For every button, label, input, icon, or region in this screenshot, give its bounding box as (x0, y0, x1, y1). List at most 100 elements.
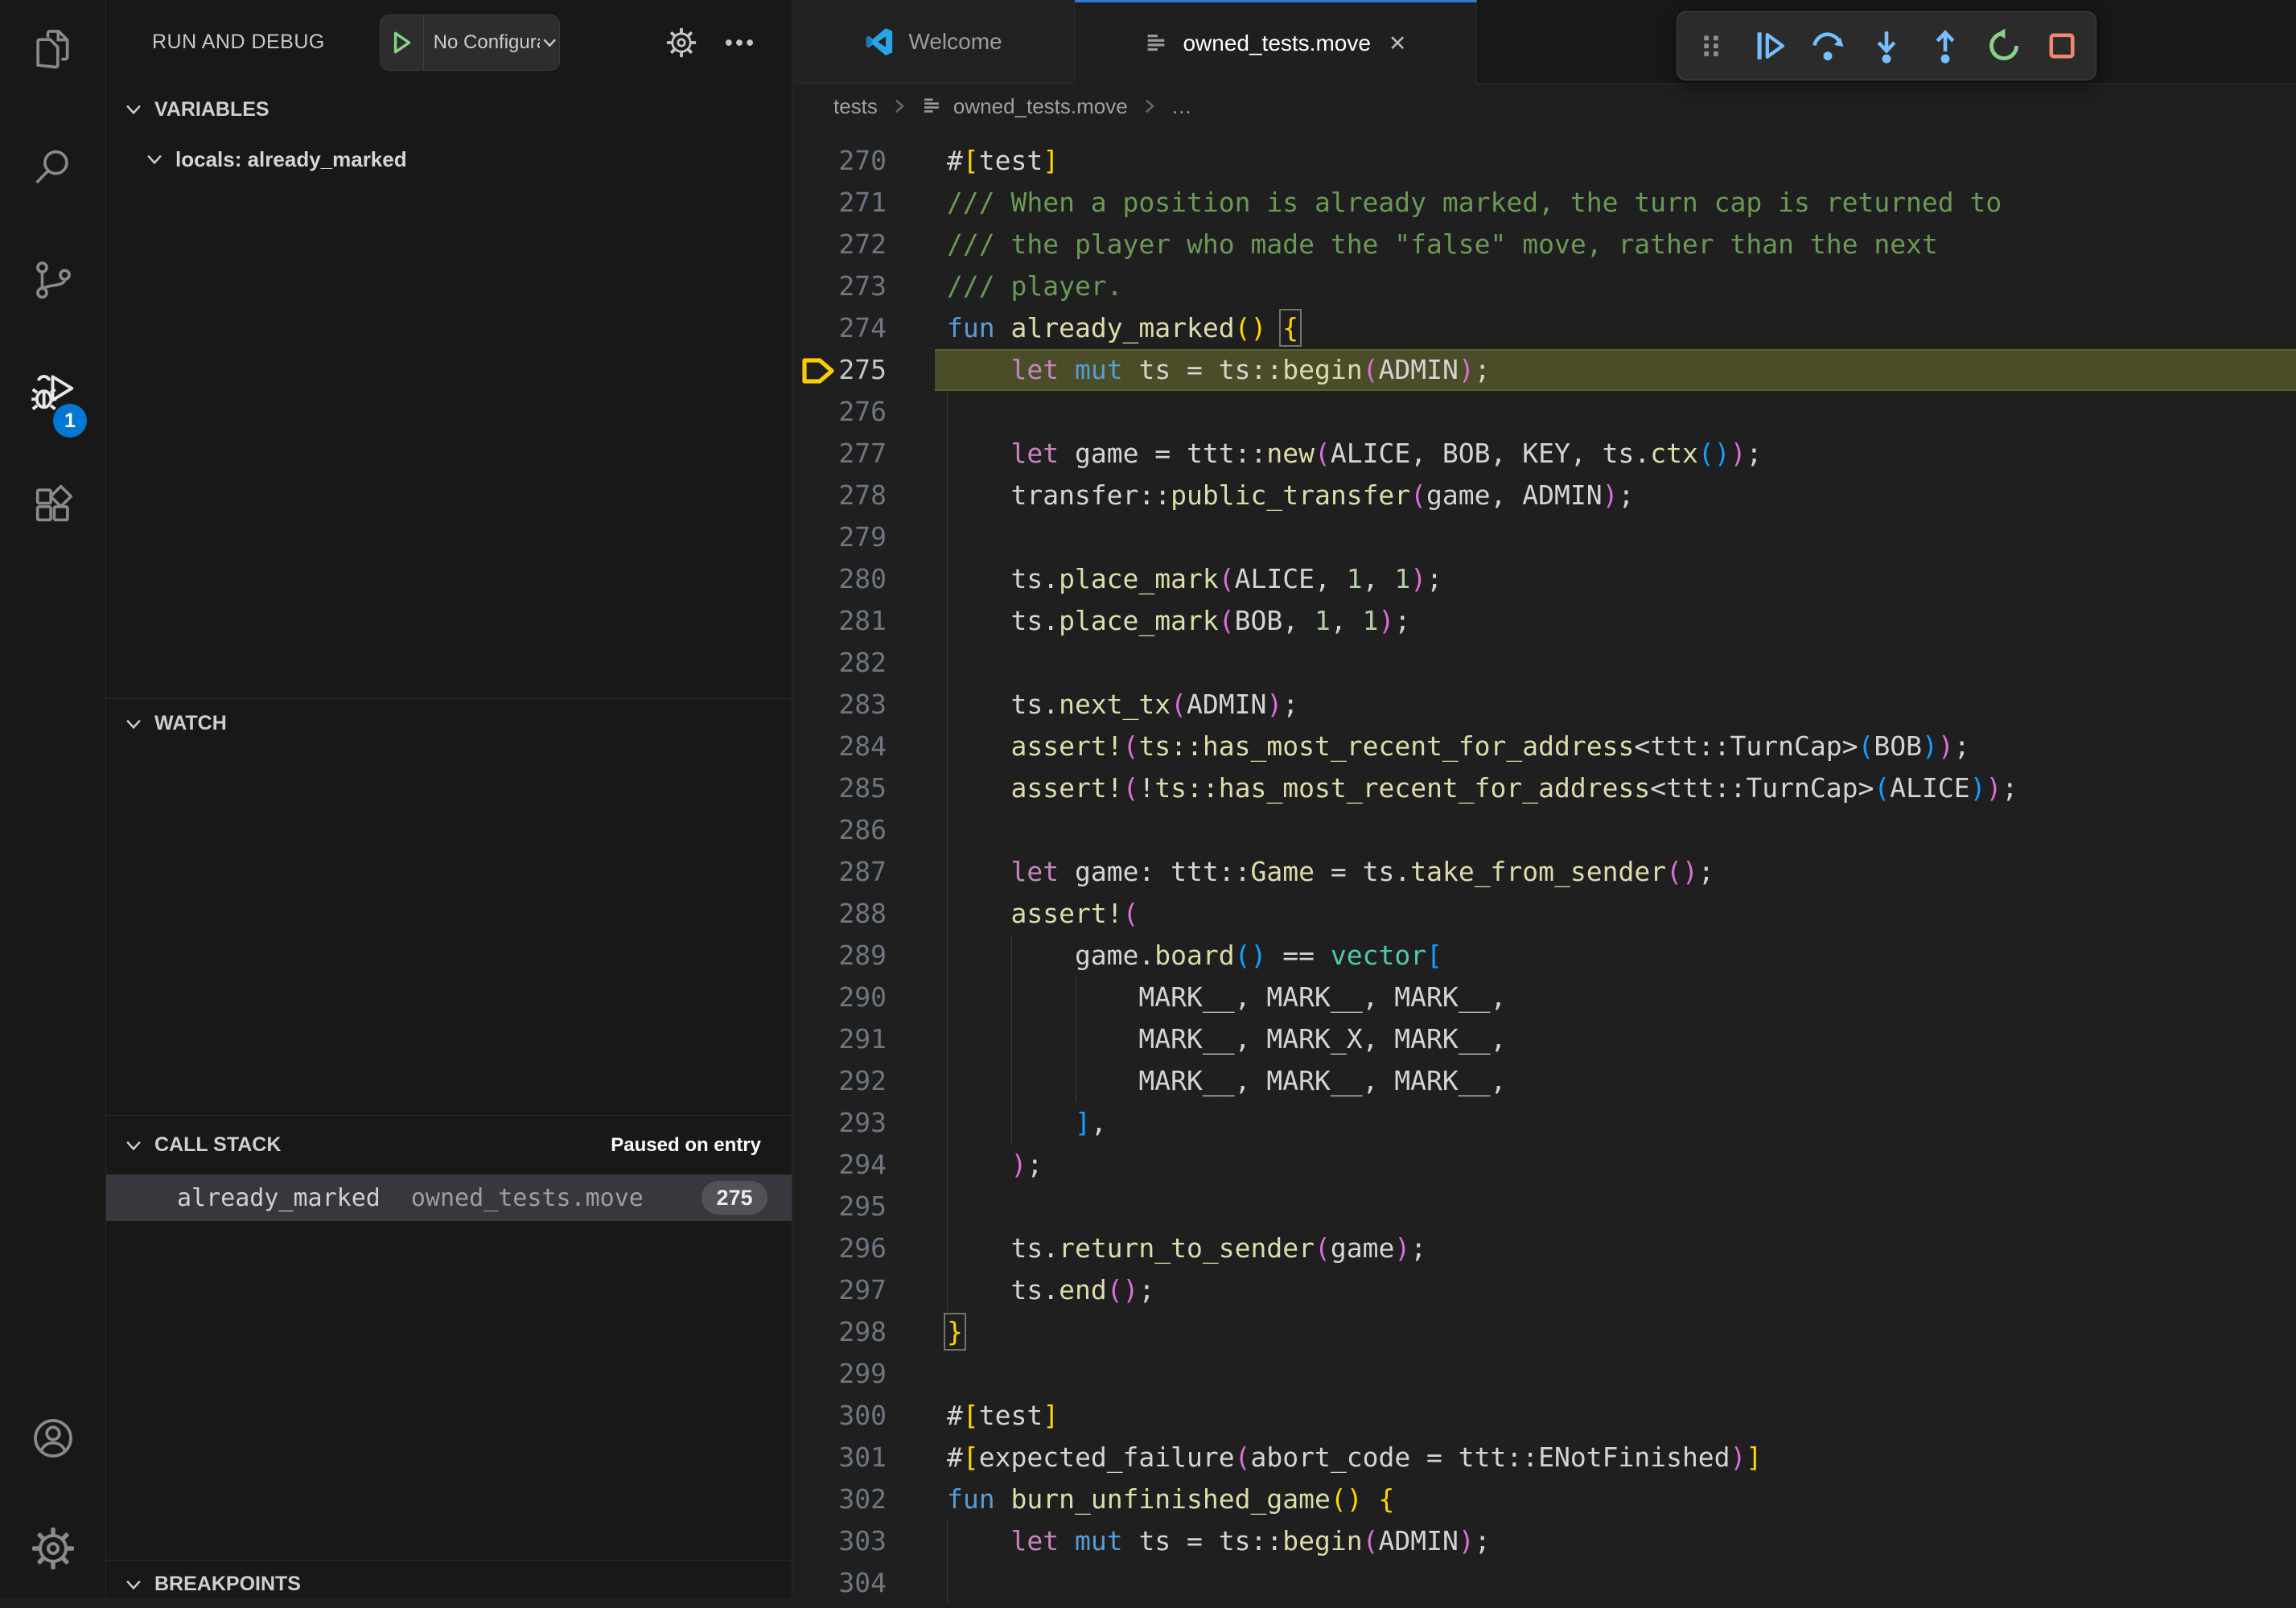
line-number[interactable]: 279 (793, 516, 887, 558)
variables-section-header[interactable]: VARIABLES (106, 85, 792, 134)
code-line[interactable]: 289 game.board() == vector[ (793, 935, 2296, 977)
code-line[interactable]: 280 ts.place_mark(ALICE, 1, 1); (793, 558, 2296, 600)
line-number[interactable]: 274 (793, 307, 887, 349)
code-line[interactable]: 271/// When a position is already marked… (793, 182, 2296, 224)
line-number[interactable]: 287 (793, 851, 887, 893)
code-line[interactable]: 287 let game: ttt::Game = ts.take_from_s… (793, 851, 2296, 893)
line-number[interactable]: 298 (793, 1311, 887, 1353)
views-more-actions-icon[interactable] (714, 18, 764, 68)
code-line[interactable]: 285 assert!(!ts::has_most_recent_for_add… (793, 767, 2296, 809)
code-line[interactable]: 298} (793, 1311, 2296, 1353)
code-line[interactable]: 297 ts.end(); (793, 1269, 2296, 1311)
code-line[interactable]: 292 MARK__, MARK__, MARK__, (793, 1060, 2296, 1102)
drag-grip-icon[interactable] (1686, 18, 1736, 74)
extensions-icon[interactable] (0, 457, 105, 553)
code-line[interactable]: 273/// player. (793, 265, 2296, 307)
code-line[interactable]: 302fun burn_unfinished_game() { (793, 1478, 2296, 1520)
code-line[interactable]: 270#[test] (793, 140, 2296, 182)
line-number[interactable]: 291 (793, 1018, 887, 1060)
code-line[interactable]: 277 let game = ttt::new(ALICE, BOB, KEY,… (793, 433, 2296, 475)
code-line[interactable]: 296 ts.return_to_sender(game); (793, 1228, 2296, 1269)
line-number[interactable]: 290 (793, 977, 887, 1018)
code-line[interactable]: 303 let mut ts = ts::begin(ADMIN); (793, 1520, 2296, 1562)
line-number[interactable]: 292 (793, 1060, 887, 1102)
code-line[interactable]: 291 MARK__, MARK_X, MARK__, (793, 1018, 2296, 1060)
code-line[interactable]: 295 (793, 1186, 2296, 1228)
line-number[interactable]: 295 (793, 1186, 887, 1228)
line-number[interactable]: 304 (793, 1562, 887, 1604)
watch-section-header[interactable]: WATCH (106, 698, 792, 748)
restart-icon[interactable] (1979, 18, 2029, 74)
code-line[interactable]: 275 let mut ts = ts::begin(ADMIN); (793, 349, 2296, 391)
source-control-icon[interactable] (0, 232, 105, 328)
breadcrumb-symbol-more[interactable]: … (1171, 94, 1192, 119)
code-line[interactable]: 284 assert!(ts::has_most_recent_for_addr… (793, 726, 2296, 767)
line-number[interactable]: 289 (793, 935, 887, 977)
frame-line-badge: 275 (702, 1181, 767, 1215)
line-number[interactable]: 297 (793, 1269, 887, 1311)
line-number[interactable]: 294 (793, 1144, 887, 1186)
line-number[interactable]: 277 (793, 433, 887, 475)
line-number[interactable]: 278 (793, 475, 887, 516)
line-number[interactable]: 273 (793, 265, 887, 307)
line-number[interactable]: 272 (793, 224, 887, 265)
code-line[interactable]: 281 ts.place_mark(BOB, 1, 1); (793, 600, 2296, 642)
line-number[interactable]: 300 (793, 1395, 887, 1437)
breakpoints-section-header[interactable]: BREAKPOINTS (106, 1560, 792, 1608)
close-icon[interactable]: ✕ (1389, 31, 1407, 56)
run-and-debug-icon[interactable]: 1 (0, 344, 105, 441)
step-over-icon[interactable] (1803, 18, 1853, 74)
search-icon[interactable] (0, 119, 105, 216)
variables-scope-row[interactable]: locals: already_marked (106, 137, 792, 182)
code-line[interactable]: 301#[expected_failure(abort_code = ttt::… (793, 1437, 2296, 1478)
breadcrumb-file[interactable]: owned_tests.move (953, 94, 1128, 119)
tab-owned-tests-move[interactable]: owned_tests.move ✕ (1075, 0, 1477, 84)
line-number[interactable]: 296 (793, 1228, 887, 1269)
code-line[interactable]: 294 ); (793, 1144, 2296, 1186)
explorer-icon[interactable] (0, 0, 105, 97)
continue-icon[interactable] (1745, 18, 1795, 74)
start-debug-icon[interactable] (381, 29, 423, 56)
code-line[interactable]: 276 (793, 391, 2296, 433)
code-line[interactable]: 278 transfer::public_transfer(game, ADMI… (793, 475, 2296, 516)
stop-icon[interactable] (2037, 18, 2087, 74)
line-number[interactable]: 303 (793, 1520, 887, 1562)
line-number[interactable]: 284 (793, 726, 887, 767)
code-line[interactable]: 282 (793, 642, 2296, 684)
debug-settings-gear-icon[interactable] (656, 18, 706, 68)
code-line[interactable]: 290 MARK__, MARK__, MARK__, (793, 977, 2296, 1018)
code-line[interactable]: 300#[test] (793, 1395, 2296, 1437)
line-number[interactable]: 270 (793, 140, 887, 182)
code-line[interactable]: 272/// the player who made the "false" m… (793, 224, 2296, 265)
account-icon[interactable] (0, 1390, 105, 1487)
configuration-select[interactable]: No Configurations (424, 31, 540, 54)
call-stack-frame-row[interactable]: already_marked owned_tests.move 275 (106, 1174, 792, 1221)
line-number[interactable]: 302 (793, 1478, 887, 1520)
breadcrumb-folder[interactable]: tests (833, 94, 878, 119)
line-number[interactable]: 280 (793, 558, 887, 600)
code-line[interactable]: 274fun already_marked() { (793, 307, 2296, 349)
step-into-icon[interactable] (1862, 18, 1911, 74)
code-line[interactable]: 288 assert!( (793, 893, 2296, 935)
line-number[interactable]: 271 (793, 182, 887, 224)
step-out-icon[interactable] (1920, 18, 1970, 74)
code-line[interactable]: 286 (793, 809, 2296, 851)
line-number[interactable]: 285 (793, 767, 887, 809)
launch-configuration-button[interactable]: No Configurations (380, 14, 560, 71)
line-number[interactable]: 283 (793, 684, 887, 726)
line-number[interactable]: 288 (793, 893, 887, 935)
line-number[interactable]: 293 (793, 1102, 887, 1144)
code-line[interactable]: 283 ts.next_tx(ADMIN); (793, 684, 2296, 726)
settings-gear-icon[interactable] (0, 1500, 105, 1597)
line-number[interactable]: 282 (793, 642, 887, 684)
line-number[interactable]: 281 (793, 600, 887, 642)
line-number[interactable]: 286 (793, 809, 887, 851)
code-line[interactable]: 279 (793, 516, 2296, 558)
code-line[interactable]: 293 ], (793, 1102, 2296, 1144)
line-number[interactable]: 301 (793, 1437, 887, 1478)
code-line[interactable]: 304 (793, 1562, 2296, 1604)
tab-welcome[interactable]: Welcome (793, 0, 1075, 83)
call-stack-section-header[interactable]: CALL STACK Paused on entry (106, 1115, 792, 1174)
line-number[interactable]: 299 (793, 1353, 887, 1395)
code-line[interactable]: 299 (793, 1353, 2296, 1395)
